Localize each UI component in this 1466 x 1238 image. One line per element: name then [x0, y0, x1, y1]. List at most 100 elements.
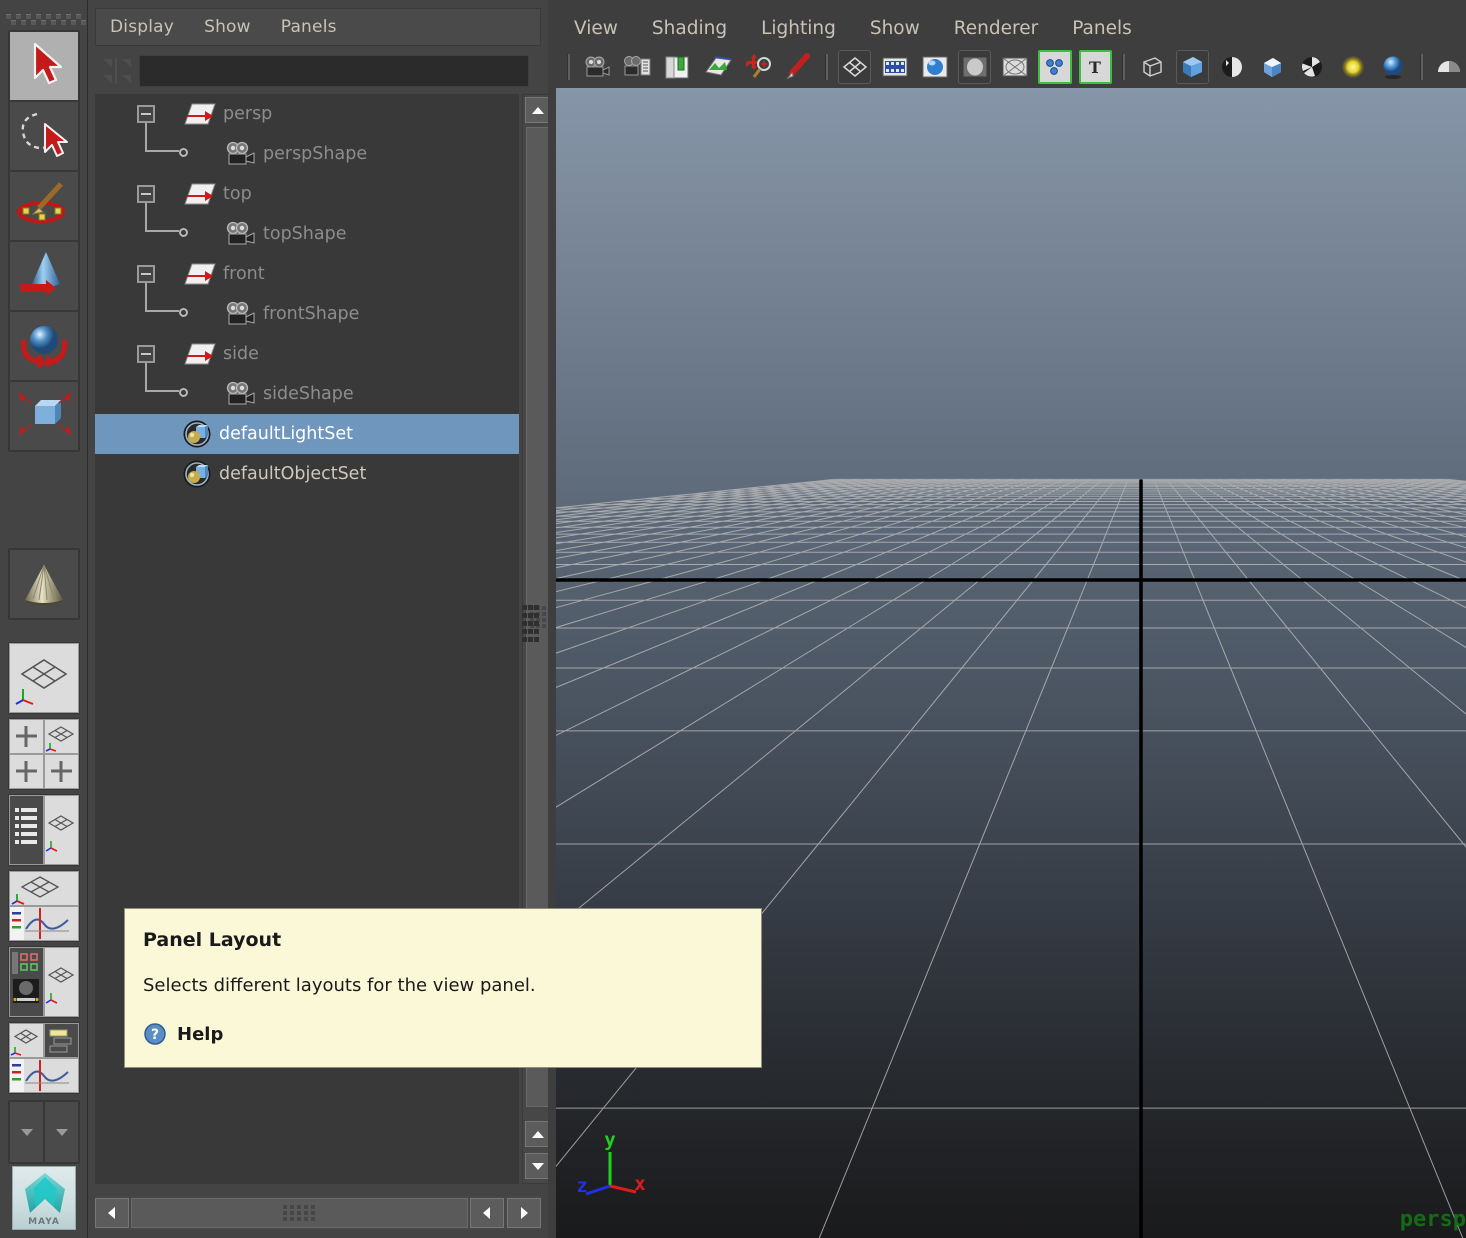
outliner-item-defaultObjectSet[interactable]: defaultObjectSet — [95, 454, 519, 494]
persp-pane-icon — [10, 1024, 43, 1057]
grease-pencil-icon[interactable] — [781, 50, 814, 84]
grid-display-icon[interactable] — [838, 50, 871, 84]
outliner-item-frontShape[interactable]: frontShape — [95, 294, 519, 334]
hypershade-pane[interactable] — [9, 947, 44, 1017]
layout-persp-graph-group — [8, 870, 80, 942]
tooltip-title: Panel Layout — [143, 929, 761, 951]
outliner-item-defaultLightSet[interactable]: defaultLightSet — [95, 414, 519, 454]
viewport-menu-show[interactable]: Show — [870, 18, 920, 39]
outliner-item-sideShape[interactable]: sideShape — [95, 374, 519, 414]
wireframe-on-shaded-icon[interactable] — [1296, 50, 1329, 84]
single-perspective-layout[interactable] — [9, 643, 79, 713]
outliner-horizontal-scrollbar[interactable] — [95, 1196, 541, 1230]
scroll-left-arrow[interactable] — [95, 1198, 129, 1228]
trax-editor-pane[interactable] — [44, 1023, 79, 1058]
tooltip-help-link[interactable]: ? Help — [143, 1022, 761, 1046]
outliner-persp-layout[interactable] — [44, 795, 79, 865]
svg-text:?: ? — [151, 1027, 159, 1043]
viewport-menu-renderer[interactable]: Renderer — [954, 18, 1038, 39]
outliner-item-label: top — [223, 184, 252, 204]
paint-select-tool[interactable] — [9, 171, 79, 241]
graph-editor-pane-2[interactable] — [9, 1058, 79, 1093]
move-tool[interactable] — [9, 241, 79, 311]
scroll-left-arrow-2[interactable] — [470, 1198, 504, 1228]
outliner-menu-show[interactable]: Show — [204, 17, 251, 37]
toolbox-sidebar: MAYA — [0, 0, 88, 1238]
persp-pane-icon — [45, 720, 78, 753]
four-view-layout-c[interactable] — [44, 754, 79, 789]
last-tool-group — [8, 548, 80, 620]
outliner-item-perspShape[interactable]: perspShape — [95, 134, 519, 174]
camera-attributes-icon[interactable] — [621, 50, 654, 84]
outliner-item-label: perspShape — [263, 144, 367, 164]
smooth-shade-flat-icon[interactable] — [1216, 50, 1249, 84]
graph-editor-pane[interactable] — [9, 906, 79, 941]
safe-title-icon[interactable]: T — [1079, 50, 1112, 84]
outliner-menu-display[interactable]: Display — [110, 17, 174, 37]
outliner-pane-icon-cell[interactable] — [9, 795, 44, 865]
expander-collapse-side[interactable] — [137, 345, 155, 363]
expander-collapse-front[interactable] — [137, 265, 155, 283]
field-chart-icon[interactable] — [998, 50, 1031, 84]
expand-collapse-icon[interactable] — [95, 52, 139, 90]
outliner-item-topShape[interactable]: topShape — [95, 214, 519, 254]
viewport-menu-view[interactable]: View — [574, 18, 618, 39]
outliner-item-persp[interactable]: persp — [95, 94, 519, 134]
use-default-light-icon[interactable] — [1336, 50, 1369, 84]
four-view-layout[interactable] — [9, 719, 44, 754]
shelf-dropdown-group — [8, 1100, 80, 1164]
camera-shape-icon — [223, 381, 257, 407]
toolbar-divider-3 — [1416, 52, 1426, 82]
expander-collapse-top[interactable] — [137, 185, 155, 203]
tree-node-dot — [179, 148, 188, 157]
outliner-item-front[interactable]: front — [95, 254, 519, 294]
select-tool[interactable] — [9, 31, 79, 101]
horizontal-scroll-thumb[interactable] — [131, 1198, 468, 1228]
hypershade-persp-layout[interactable] — [44, 947, 79, 1017]
object-set-icon — [183, 460, 211, 488]
four-view-layout-b[interactable] — [9, 754, 44, 789]
tooltip-body: Selects different layouts for the view p… — [143, 975, 761, 996]
persp-trax-layout[interactable] — [9, 1023, 44, 1058]
camera-name-label: persp — [1400, 1207, 1466, 1232]
scale-cube-icon — [15, 388, 73, 444]
safe-action-icon[interactable] — [1038, 50, 1071, 84]
resolution-gate-icon[interactable] — [918, 50, 951, 84]
rotate-tool[interactable] — [9, 311, 79, 381]
select-camera-icon[interactable] — [581, 50, 614, 84]
persp-graph-layout[interactable] — [9, 871, 79, 906]
triangle-left-icon — [482, 1206, 492, 1220]
toolbox-drag-grip[interactable] — [6, 14, 82, 26]
viewport-menu-panels[interactable]: Panels — [1072, 18, 1132, 39]
bookmark-icon[interactable] — [661, 50, 694, 84]
last-tool-used[interactable] — [9, 549, 79, 619]
use-all-lights-icon[interactable] — [1376, 50, 1409, 84]
outliner-item-top[interactable]: top — [95, 174, 519, 214]
two-dimensional-pan-zoom-icon[interactable] — [741, 50, 774, 84]
arrow-cursor-icon — [18, 38, 70, 94]
smooth-shade-all-icon[interactable] — [1176, 50, 1209, 84]
toolbar-divider-0 — [564, 52, 574, 82]
viewport-menu-shading[interactable]: Shading — [652, 18, 727, 39]
camera-transform-icon — [183, 341, 217, 367]
viewport-menu-lighting[interactable]: Lighting — [761, 18, 836, 39]
shelf-dropdown-right[interactable] — [44, 1101, 79, 1163]
image-plane-icon[interactable] — [701, 50, 734, 84]
cross-icon — [45, 755, 78, 788]
outliner-item-side[interactable]: side — [95, 334, 519, 374]
film-gate-icon[interactable] — [878, 50, 911, 84]
outliner-search-input[interactable] — [139, 55, 529, 87]
shade-textured-icon[interactable] — [1256, 50, 1289, 84]
expander-collapse-persp[interactable] — [137, 105, 155, 123]
persp-pane-icon — [10, 872, 70, 905]
outliner-menu-panels[interactable]: Panels — [281, 17, 337, 37]
shelf-dropdown-left[interactable] — [9, 1101, 44, 1163]
shadows-icon[interactable] — [1433, 50, 1466, 84]
maya-logo: MAYA — [12, 1166, 76, 1230]
gate-mask-icon[interactable] — [958, 50, 991, 84]
scale-tool[interactable] — [9, 381, 79, 451]
paint-brush-icon — [15, 180, 73, 232]
four-view-layout-persp[interactable] — [44, 719, 79, 754]
lasso-select-tool[interactable] — [9, 101, 79, 171]
wireframe-shading-icon[interactable] — [1136, 50, 1169, 84]
